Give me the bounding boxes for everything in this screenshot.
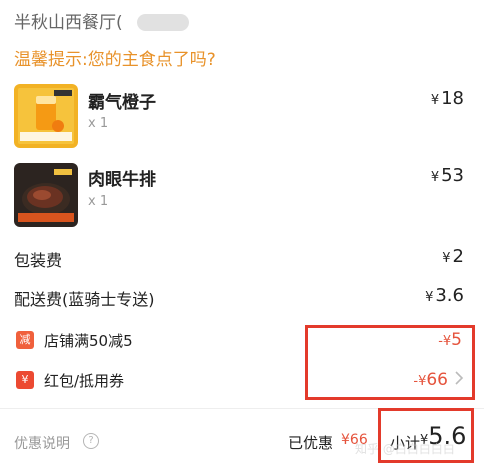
item-image-orange-drink[interactable] xyxy=(14,84,78,148)
store-discount-label: 店铺满50减5 xyxy=(44,332,133,350)
highlight-box-discounts xyxy=(305,325,475,400)
packaging-fee-label: 包装费 xyxy=(14,251,63,270)
packaging-fee-amount: ¥2 xyxy=(442,246,464,267)
discount-info-label[interactable]: 优惠说明 xyxy=(14,433,70,453)
item-image-ribeye-steak[interactable] xyxy=(14,163,78,227)
coupon-label[interactable]: 红包/抵用券 xyxy=(44,370,124,391)
delivery-fee-amount: ¥3.6 xyxy=(425,285,464,306)
item-price: ¥18 xyxy=(430,88,464,109)
item-name: 霸气橙子 xyxy=(88,93,156,113)
reminder-tip: 温馨提示:您的主食点了吗? xyxy=(14,50,216,70)
saved-label: 已优惠 xyxy=(288,434,334,452)
question-icon[interactable]: ? xyxy=(83,433,99,449)
item-quantity: x 1 xyxy=(88,194,109,209)
redacted-store-branch xyxy=(137,14,189,31)
delivery-fee-label: 配送费(蓝骑士专送) xyxy=(14,290,155,309)
highlight-box-subtotal xyxy=(378,408,474,463)
discount-badge-icon: 减 xyxy=(16,331,34,349)
coupon-badge-icon: ¥ xyxy=(16,371,34,389)
item-name: 肉眼牛排 xyxy=(88,170,156,190)
item-price: ¥53 xyxy=(430,165,464,186)
item-quantity: x 1 xyxy=(88,116,109,131)
store-name: 半秋山西餐厅( xyxy=(14,13,123,33)
